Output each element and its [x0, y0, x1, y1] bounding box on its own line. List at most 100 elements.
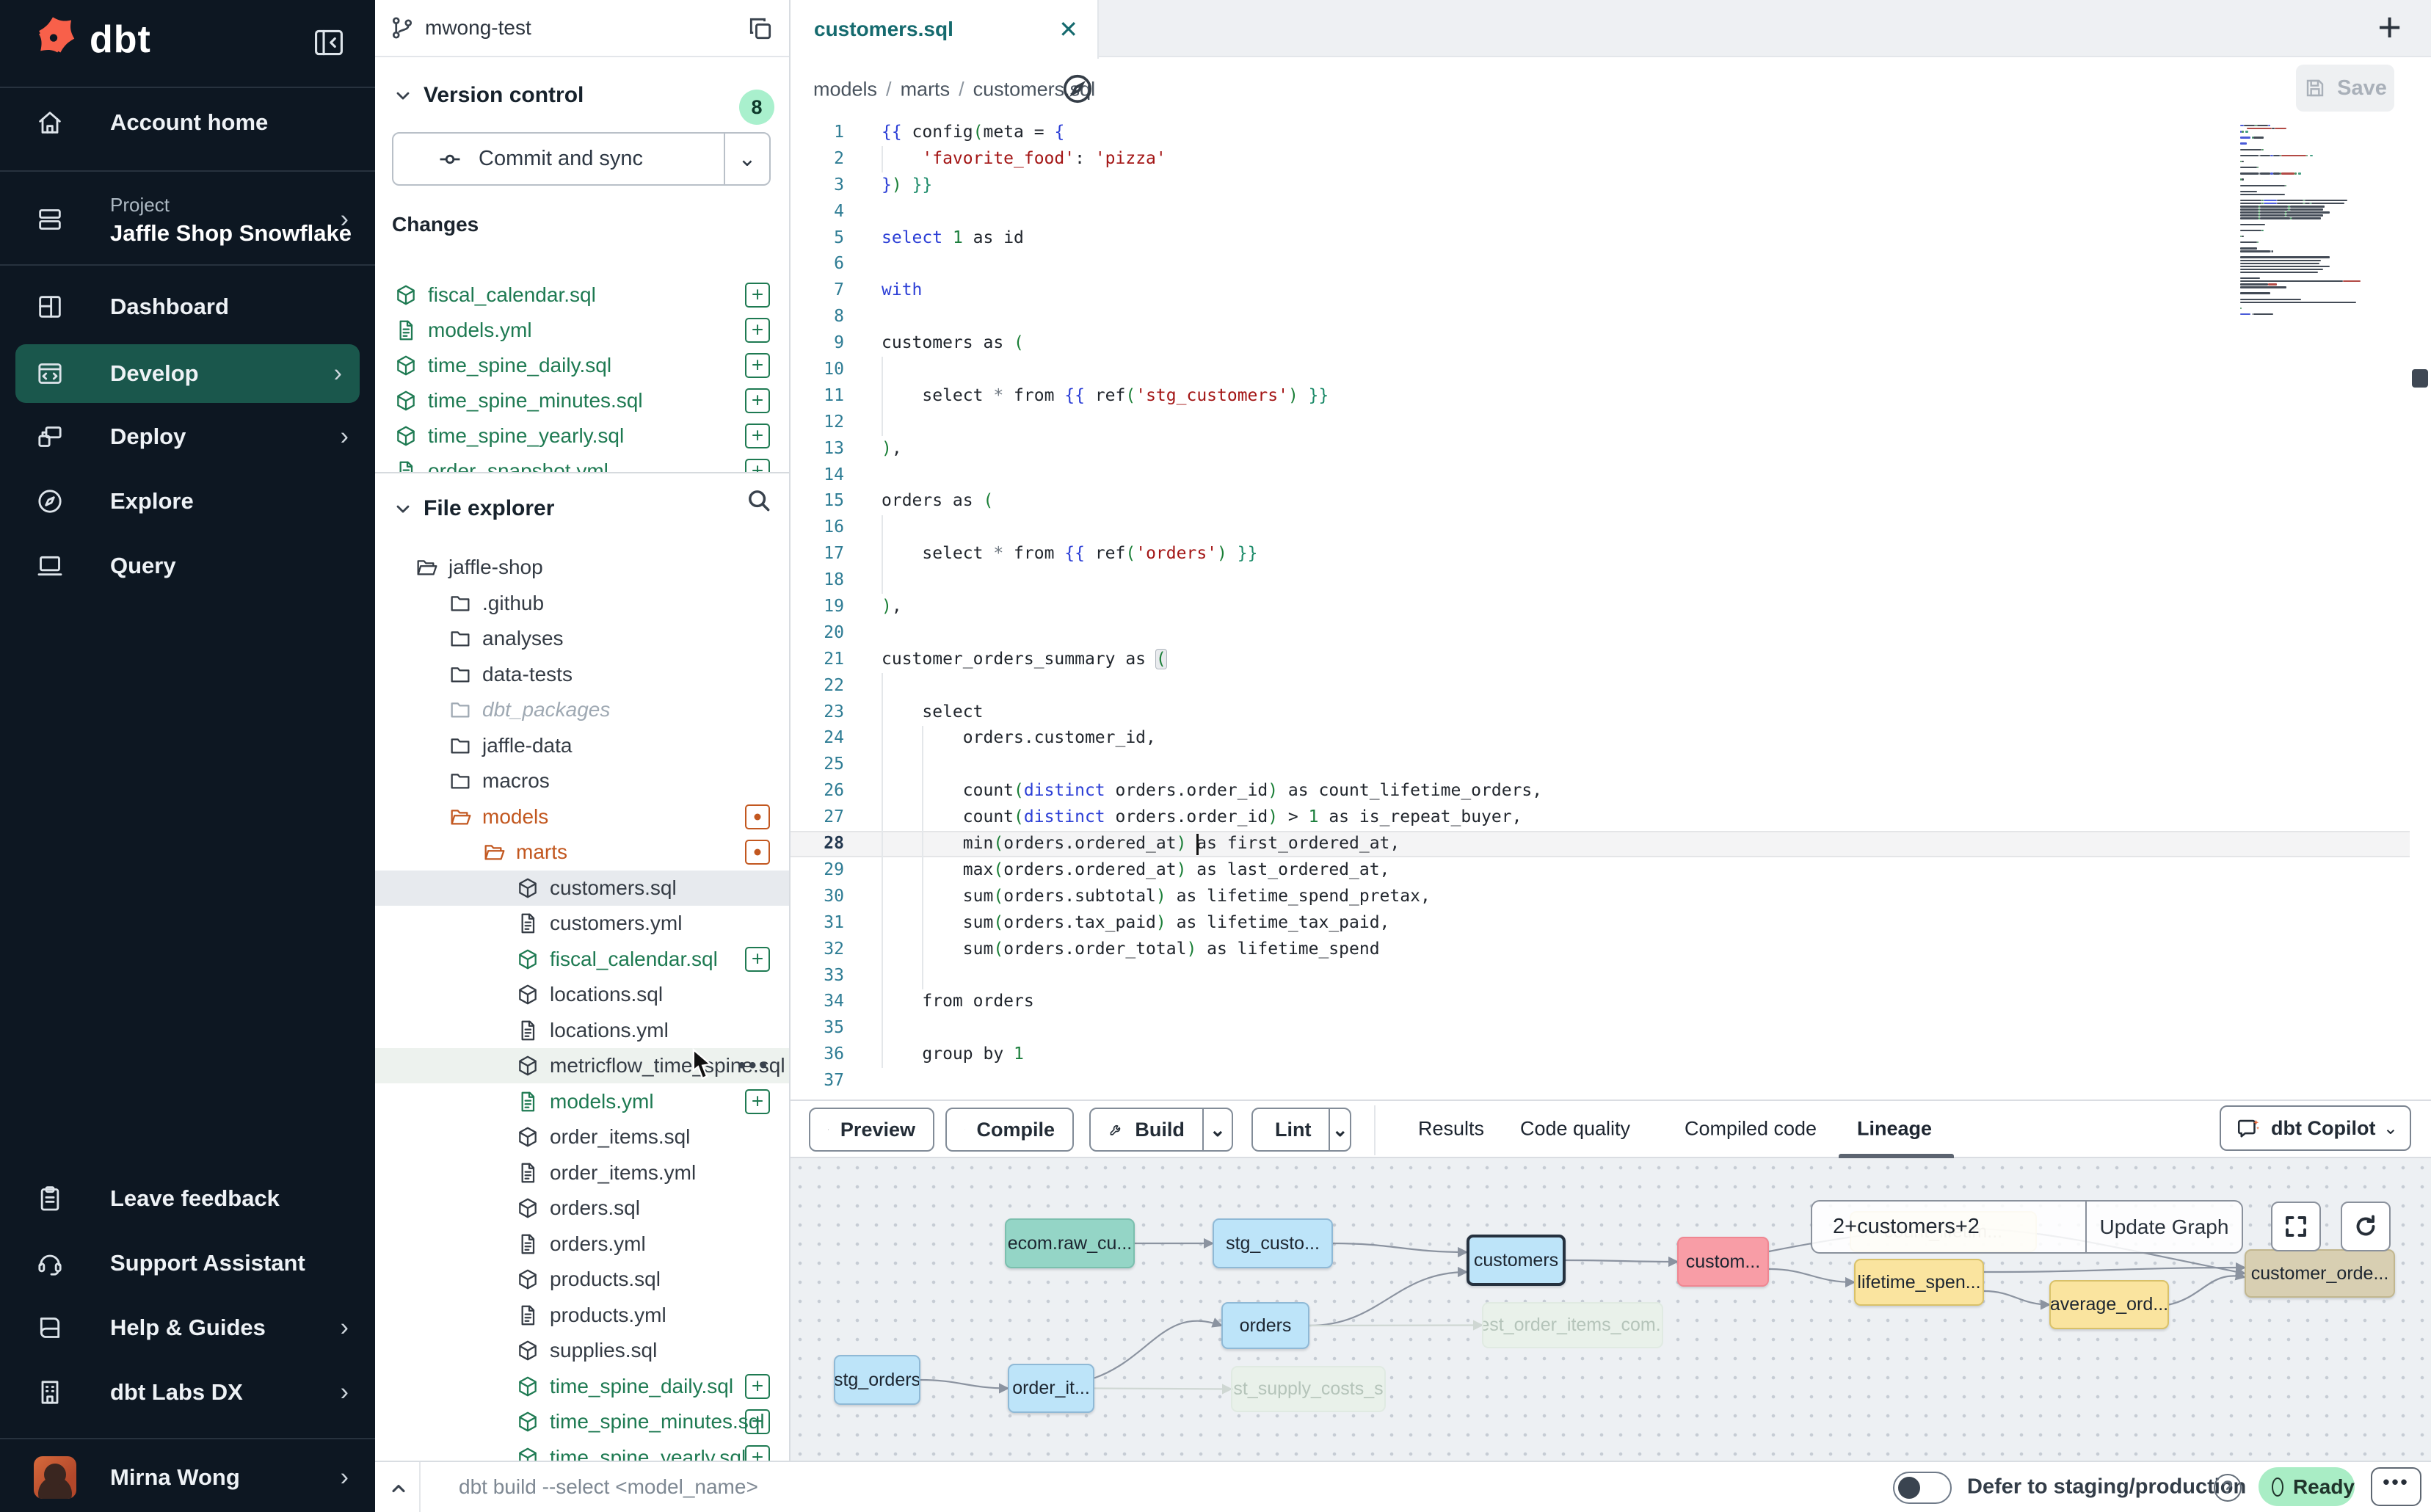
tree-item-products-sql[interactable]: products.sql: [375, 1262, 789, 1297]
tree-item-metricflow-time-spine-sql[interactable]: metricflow_time_spine.sql•••: [375, 1048, 789, 1083]
lint-button[interactable]: Lint⌄: [1251, 1108, 1351, 1152]
tree-item-jaffle-shop[interactable]: jaffle-shop: [375, 550, 789, 585]
tree-item-analyses[interactable]: analyses: [375, 621, 789, 656]
preview-button[interactable]: Preview: [809, 1108, 934, 1152]
change-item[interactable]: time_spine_yearly.sql: [375, 418, 789, 454]
refresh-button[interactable]: [2341, 1202, 2391, 1251]
copy-icon[interactable]: [746, 15, 774, 43]
lineage-node-stg-customers[interactable]: stg_custo...: [1213, 1218, 1333, 1268]
tree-item-order-items-sql[interactable]: order_items.sql: [375, 1119, 789, 1155]
more-options-icon[interactable]: •••: [738, 1053, 770, 1078]
fullscreen-button[interactable]: [2271, 1202, 2321, 1251]
lineage-node-orders[interactable]: orders: [1221, 1302, 1309, 1349]
lineage-search-input[interactable]: 2+customers+2: [1812, 1202, 2087, 1252]
lineage-node-order-items[interactable]: order_it...: [1008, 1364, 1094, 1413]
breadcrumb-segment[interactable]: marts: [901, 78, 951, 100]
lineage-node-customer-order[interactable]: customer_orde...: [2245, 1249, 2395, 1298]
lineage-graph[interactable]: ecom.raw_cu... stg_custo... customers custo…: [791, 1158, 2431, 1461]
tree-item-locations-yml[interactable]: locations.yml: [375, 1013, 789, 1048]
sidebar-item-dbt-labs-dx[interactable]: dbt Labs DX ›: [0, 1360, 375, 1425]
version-control-header[interactable]: Version control 8: [375, 73, 789, 117]
chevron-down-icon[interactable]: ⌄: [1329, 1109, 1350, 1150]
panel-tab-lineage[interactable]: Lineage: [1857, 1118, 1932, 1141]
branch-name[interactable]: mwong-test: [425, 16, 531, 40]
compile-button[interactable]: Compile: [945, 1108, 1074, 1152]
panel-tab-results[interactable]: Results: [1418, 1118, 1484, 1141]
stage-add-button[interactable]: [745, 318, 770, 343]
panel-tab-compiled-code[interactable]: Compiled code: [1685, 1118, 1817, 1141]
lineage-node-test-supply-costs[interactable]: test_supply_costs_s...: [1231, 1366, 1386, 1412]
lineage-node-customers-metric[interactable]: custom...: [1677, 1237, 1769, 1287]
stage-add-button[interactable]: [745, 424, 770, 448]
lineage-node-customers[interactable]: customers: [1467, 1235, 1566, 1286]
sidebar-item-dashboard[interactable]: Dashboard: [0, 275, 375, 339]
chevron-up-icon[interactable]: [382, 1472, 415, 1505]
lineage-node-stg-orders[interactable]: stg_orders: [834, 1355, 920, 1405]
panel-tab-code-quality[interactable]: Code quality: [1520, 1118, 1630, 1141]
tree-item-customers-sql[interactable]: customers.sql: [375, 871, 789, 906]
sidebar-item-help-guides[interactable]: Help & Guides ›: [0, 1295, 375, 1360]
tree-item-models-yml[interactable]: models.yml: [375, 1084, 789, 1119]
lineage-node-lifetime-spend[interactable]: lifetime_spen...: [1854, 1259, 1984, 1306]
lineage-node-ecom-raw[interactable]: ecom.raw_cu...: [1005, 1218, 1135, 1268]
sidebar-item-query[interactable]: Query: [0, 534, 375, 598]
tree-item-macros[interactable]: macros: [375, 763, 789, 799]
tree-item-orders-yml[interactable]: orders.yml: [375, 1226, 789, 1262]
chevron-down-icon[interactable]: ⌄: [1202, 1109, 1232, 1150]
sidebar-item-user-menu[interactable]: Mirna Wong ›: [0, 1443, 375, 1512]
change-item[interactable]: order_snapshot.yml: [375, 454, 789, 473]
tree-item-data-tests[interactable]: data-tests: [375, 657, 789, 692]
sidebar-item-project[interactable]: Project Jaffle Shop Snowflake ›: [0, 176, 375, 263]
stage-add-button[interactable]: [745, 388, 770, 413]
lineage-node-average-order[interactable]: average_ord...: [2049, 1280, 2169, 1329]
tree-item-models[interactable]: models: [375, 799, 789, 835]
tree-item--github[interactable]: .github: [375, 586, 789, 621]
sidebar-item-explore[interactable]: Explore: [0, 469, 375, 534]
tree-item-dbt-packages[interactable]: dbt_packages: [375, 692, 789, 727]
close-icon[interactable]: ✕: [1058, 15, 1078, 43]
tree-item-orders-sql[interactable]: orders.sql: [375, 1191, 789, 1226]
stage-add-button[interactable]: [745, 459, 770, 473]
tree-item-time-spine-yearly-sql[interactable]: time_spine_yearly.sql: [375, 1440, 789, 1461]
stage-add-button[interactable]: [745, 283, 770, 308]
change-item[interactable]: time_spine_daily.sql: [375, 348, 789, 383]
search-icon[interactable]: [745, 487, 773, 515]
stage-add-button[interactable]: [745, 353, 770, 378]
command-input[interactable]: dbt build --select <model_name>: [459, 1475, 758, 1499]
help-icon[interactable]: ?: [2214, 1474, 2242, 1502]
change-item[interactable]: models.yml: [375, 313, 789, 348]
tree-item-time-spine-daily-sql[interactable]: time_spine_daily.sql: [375, 1369, 789, 1404]
change-item[interactable]: time_spine_minutes.sql: [375, 383, 789, 418]
sidebar-item-support-assistant[interactable]: Support Assistant: [0, 1231, 375, 1295]
code-editor[interactable]: 1{{ config(meta = {2 'favorite_food': 'p…: [791, 120, 2431, 1100]
dbt-copilot-button[interactable]: dbt Copilot ⌄: [2220, 1105, 2411, 1151]
chevron-down-icon[interactable]: ⌄: [724, 134, 769, 184]
sidebar-collapse-icon[interactable]: [312, 26, 346, 59]
tree-item-order-items-yml[interactable]: order_items.yml: [375, 1155, 789, 1191]
change-item[interactable]: fiscal_calendar.sql: [375, 277, 789, 313]
update-graph-button[interactable]: Update Graph: [2087, 1202, 2242, 1252]
lineage-node-test-order-items[interactable]: test_order_items_com...: [1482, 1302, 1663, 1348]
sidebar-item-deploy[interactable]: Deploy ›: [0, 404, 375, 469]
tree-item-locations-sql[interactable]: locations.sql: [375, 977, 789, 1012]
commit-and-sync-button[interactable]: Commit and sync ⌄: [392, 132, 771, 186]
new-tab-button[interactable]: +: [2377, 3, 2402, 51]
sidebar-item-develop[interactable]: Develop ›: [15, 344, 360, 403]
defer-toggle[interactable]: [1893, 1472, 1952, 1504]
tree-item-supplies-sql[interactable]: supplies.sql: [375, 1333, 789, 1368]
breadcrumb-segment[interactable]: models: [813, 78, 877, 100]
tree-item-marts[interactable]: marts: [375, 835, 789, 870]
compass-icon[interactable]: [1061, 72, 1094, 106]
tree-item-fiscal-calendar-sql[interactable]: fiscal_calendar.sql: [375, 942, 789, 977]
tree-item-time-spine-minutes-sql[interactable]: time_spine_minutes.sql: [375, 1404, 789, 1439]
sidebar-item-account-home[interactable]: Account home: [0, 90, 375, 155]
tree-item-jaffle-data[interactable]: jaffle-data: [375, 728, 789, 763]
tab-customers-sql[interactable]: customers.sql ✕: [791, 0, 1099, 59]
build-button[interactable]: Build⌄: [1089, 1108, 1233, 1152]
sidebar-item-leave-feedback[interactable]: Leave feedback: [0, 1166, 375, 1231]
more-options-button[interactable]: •••: [2371, 1467, 2421, 1506]
file-explorer-header[interactable]: File explorer: [375, 487, 789, 531]
tree-item-products-yml[interactable]: products.yml: [375, 1298, 789, 1333]
tree-item-customers-yml[interactable]: customers.yml: [375, 906, 789, 941]
save-button[interactable]: Save: [2296, 65, 2394, 112]
